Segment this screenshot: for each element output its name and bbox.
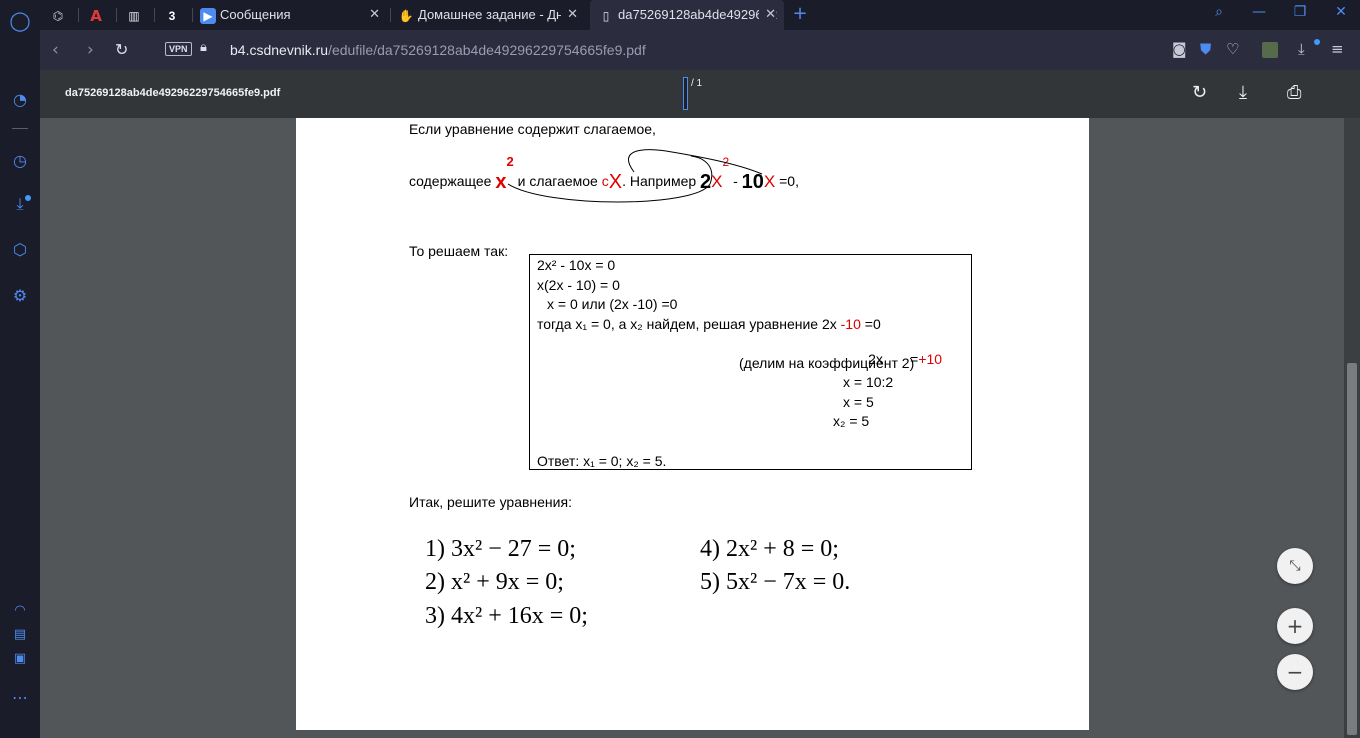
tab-separator <box>390 8 391 22</box>
tab-title: da75269128ab4de4929622 <box>618 7 778 22</box>
hand-icon: ✋ <box>398 8 414 23</box>
chip-icon[interactable]: ▣ <box>9 648 31 670</box>
url-host: b4.csdnevnik.ru <box>230 42 329 58</box>
shield-icon[interactable]: ⛊ <box>1200 40 1211 58</box>
equation-3: 3) 4x² + 16x = 0; <box>425 603 588 629</box>
solution-line-3: x = 0 или (2x -10) =0 <box>547 296 678 312</box>
new-tab-plus-icon[interactable]: + <box>789 3 811 24</box>
tab-homework[interactable]: ✋ Домашнее задание - Днев ✕ <box>396 0 586 30</box>
restore-icon[interactable]: ❐ <box>1289 4 1311 20</box>
search-icon[interactable]: ⌕ <box>1208 4 1230 20</box>
letter-a-icon: A <box>90 6 102 25</box>
address-bar: ‹ › ↻ VPN 🔒︎ b4.csdnevnik.ru/edufile/da7… <box>40 30 1360 70</box>
vertical-scrollbar[interactable] <box>1344 118 1360 738</box>
tab-pinned-4[interactable]: 3 <box>164 0 186 30</box>
tab-separator <box>116 8 117 22</box>
minus-ten: -10 <box>840 316 861 332</box>
pdf-page: Если уравнение содержит слагаемое, содер… <box>296 118 1089 730</box>
print-icon[interactable]: ⎙ <box>1287 82 1301 103</box>
pdf-filename: da75269128ab4de49296229754665fe9.pdf <box>65 87 281 99</box>
solution-line-4: тогда x₁ = 0, а x₂ найдем, решая уравнен… <box>537 316 881 332</box>
extensions-cube-icon[interactable]: ⬡ <box>9 239 31 261</box>
wifi-icon[interactable]: ◠ <box>9 600 31 622</box>
menu-icon[interactable]: ≡ <box>1331 40 1344 58</box>
close-window-icon[interactable]: ✕ <box>1330 4 1352 20</box>
minimize-icon[interactable]: — <box>1248 4 1270 20</box>
zoom-in-button[interactable]: + <box>1277 608 1313 644</box>
task-label: Итак, решите уравнения: <box>409 494 572 510</box>
video-icon: ▶ <box>200 7 216 24</box>
close-tab-icon[interactable]: ✕ <box>759 0 776 30</box>
download-icon[interactable]: ⤓ <box>1298 40 1305 58</box>
heart-icon[interactable]: ♡ <box>1226 40 1239 58</box>
url-path: /edufile/da75269128ab4de49296229754665fe… <box>328 42 646 58</box>
solution-answer: Ответ: x₁ = 0; x₂ = 5. <box>537 453 667 469</box>
equation-5: 5) 5x² − 7x = 0. <box>700 569 851 595</box>
zoom-out-button[interactable]: − <box>1277 654 1313 690</box>
speed-dial-icon[interactable]: ◔ <box>9 89 31 111</box>
tab-title: Домашнее задание - Днев <box>418 7 578 22</box>
pdf-viewer[interactable]: Если уравнение содержит слагаемое, содер… <box>40 118 1360 738</box>
tab-pinned-1[interactable]: ⌬ <box>50 0 72 30</box>
plus-ten: +10 <box>918 351 943 367</box>
tab-pinned-3[interactable]: ▥ <box>126 0 148 30</box>
settings-gear-icon[interactable]: ⚙ <box>9 285 31 307</box>
solution-line-9: x₂ = 5 <box>833 413 870 429</box>
history-icon[interactable]: ◷ <box>9 150 31 172</box>
equation-4: 4) 2x² + 8 = 0; <box>700 536 839 562</box>
tab-label-3: 3 <box>168 8 176 23</box>
bracket-arc-lines <box>507 149 763 203</box>
scrollbar-thumb[interactable] <box>1347 363 1357 735</box>
back-icon[interactable]: ‹ <box>52 40 59 60</box>
tab-pdf-active[interactable]: ▯ da75269128ab4de4929622 ✕ <box>590 0 784 30</box>
gamepad-icon: ⌬ <box>52 8 64 23</box>
camera-icon[interactable]: ◙ <box>1172 40 1187 58</box>
close-tab-icon[interactable]: ✕ <box>561 0 578 30</box>
fit-to-page-button[interactable]: ⤡ <box>1277 548 1313 584</box>
rotate-icon[interactable]: ↻ <box>1192 82 1207 103</box>
solution-line-6: (делим на коэффициент 2) <box>739 355 915 371</box>
solution-line-2: x(2x - 10) = 0 <box>537 277 620 293</box>
opera-logo-icon[interactable]: ◯ <box>9 10 31 32</box>
tab-separator <box>154 8 155 22</box>
download-pdf-icon[interactable]: ⤓ <box>1239 82 1247 103</box>
equation-2: 2) x² + 9x = 0; <box>425 569 564 595</box>
extension-icon[interactable] <box>1262 42 1278 58</box>
tab-bar: ⌬ A ▥ 3 ▶ Сообщения ✕ ✋ Домашнее задание -… <box>40 0 1360 30</box>
lock-icon[interactable]: 🔒︎ <box>200 40 207 55</box>
forward-icon[interactable]: › <box>87 40 94 60</box>
solution-line-1: 2x² - 10x = 0 <box>537 257 616 273</box>
equation-1: 1) 3x² − 27 = 0; <box>425 536 576 562</box>
more-options-icon[interactable]: ⋯ <box>9 687 31 709</box>
tab-messages[interactable]: ▶ Сообщения ✕ <box>198 0 388 30</box>
chart-icon: ▥ <box>128 8 140 23</box>
file-icon: ▯ <box>602 8 610 23</box>
solution-line-4-text: тогда x₁ = 0, а x₂ найдем, решая уравнен… <box>537 316 837 332</box>
vpn-badge[interactable]: VPN <box>165 42 192 56</box>
sidebar-divider <box>12 128 28 129</box>
solve-label: То решаем так: <box>409 243 509 259</box>
solution-line-7: x = 10:2 <box>843 374 894 390</box>
sidebar-tool-icon[interactable]: ▤ <box>9 624 31 646</box>
tab-title: Сообщения <box>220 7 291 22</box>
solution-box: 2x² - 10x = 0 x(2x - 10) = 0 x = 0 или (… <box>529 254 972 470</box>
url-field[interactable]: b4.csdnevnik.ru/edufile/da75269128ab4de4… <box>230 42 646 58</box>
downloads-badge <box>25 195 31 201</box>
page-number-input[interactable] <box>683 77 688 110</box>
browser-sidebar: ◯ ◔ ◷ ⤓ ⬡ ⚙ ◠ ▤ ▣ ⋯ <box>0 0 40 738</box>
tab-pinned-2[interactable]: A <box>88 0 110 30</box>
download-badge <box>1314 39 1320 45</box>
close-tab-icon[interactable]: ✕ <box>369 0 380 30</box>
page-total: / 1 <box>691 78 703 89</box>
pdf-toolbar: da75269128ab4de49296229754665fe9.pdf / 1… <box>40 70 1360 118</box>
tab-separator <box>78 8 79 22</box>
equals-zero: =0 <box>864 316 881 332</box>
solution-line-8: x = 5 <box>843 394 874 410</box>
tab-separator <box>192 8 193 22</box>
reload-icon[interactable]: ↻ <box>115 40 128 59</box>
